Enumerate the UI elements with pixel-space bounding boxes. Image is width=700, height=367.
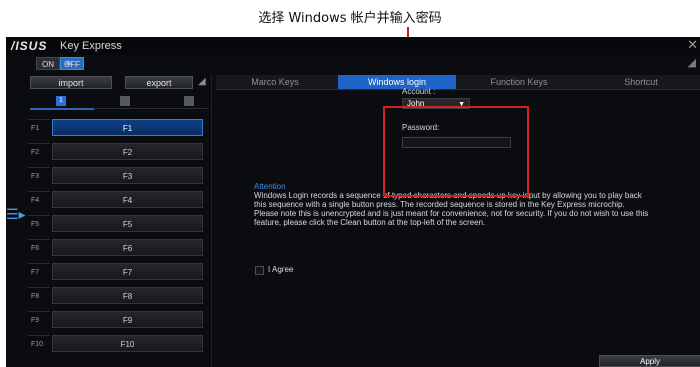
profile-tab-2[interactable] [120,96,130,106]
tab-function-keys[interactable]: Function Keys [460,75,578,89]
wrench-icon[interactable]: ◢ [688,56,696,69]
agree-label: I Agree [268,265,294,274]
annotation-caption: 选择 Windows 帐户并输入密码 [258,11,442,26]
profile-divider [94,108,209,109]
attention-title: Attention [254,182,286,191]
clean-icon[interactable]: ◢ [198,76,206,87]
fkey-label: F1 [28,119,50,136]
fkey-button-f9[interactable]: F9 [52,311,203,328]
toggle-off[interactable]: OFF [60,57,84,70]
fkey-button-f2[interactable]: F2 [52,143,203,160]
fkey-label: F4 [28,191,50,208]
fkey-label: F2 [28,143,50,160]
fkey-button-f8[interactable]: F8 [52,287,203,304]
fkey-button-f5[interactable]: F5 [52,215,203,232]
fkey-label: F7 [28,263,50,280]
fkey-label: F10 [28,335,50,352]
account-label: Account : [402,87,436,96]
fkey-button-f1[interactable]: F1 [52,119,203,136]
tab-shortcut[interactable]: Shortcut [582,75,700,89]
asus-logo: /ISUS [11,39,48,53]
fkey-label: F8 [28,287,50,304]
fkey-label: F5 [28,215,50,232]
active-profile-indicator [30,108,94,110]
title-bar: /ISUS Key Express ✕ [6,37,700,55]
panel-divider [211,75,212,367]
tab-marco-keys[interactable]: Marco Keys [216,75,334,89]
lock-icon[interactable]: 🔒︎ [66,57,71,68]
window-title: Key Express [60,40,122,52]
apply-button[interactable]: Apply [599,355,700,367]
tab-windows-login[interactable]: Windows login [338,75,456,89]
fkey-button-f6[interactable]: F6 [52,239,203,256]
agree-checkbox[interactable] [255,266,264,275]
fkey-button-f7[interactable]: F7 [52,263,203,280]
close-icon[interactable]: ✕ [687,37,698,53]
profile-tab-3[interactable] [184,96,194,106]
fkey-button-f3[interactable]: F3 [52,167,203,184]
fkey-label: F3 [28,167,50,184]
left-panel: import export ◢ 1 F1 F1 F2 F2 F3 F3 F4 F… [28,75,216,367]
expand-menu-icon[interactable]: ☰▸ [6,206,26,223]
export-button[interactable]: export [125,76,193,89]
fkey-label: F6 [28,239,50,256]
fkey-button-f4[interactable]: F4 [52,191,203,208]
import-button[interactable]: import [30,76,112,89]
fkey-button-f10[interactable]: F10 [52,335,203,352]
profile-tab-1[interactable]: 1 [56,96,66,106]
key-express-window: /ISUS Key Express ✕ ◢ ON OFF 🔒︎ ☰▸ impor… [6,37,700,367]
toggle-on[interactable]: ON [36,57,60,70]
annotation-highlight-box [383,106,529,197]
fkey-label: F9 [28,311,50,328]
mode-tabs: Marco Keys Windows login Function Keys S… [216,75,700,90]
